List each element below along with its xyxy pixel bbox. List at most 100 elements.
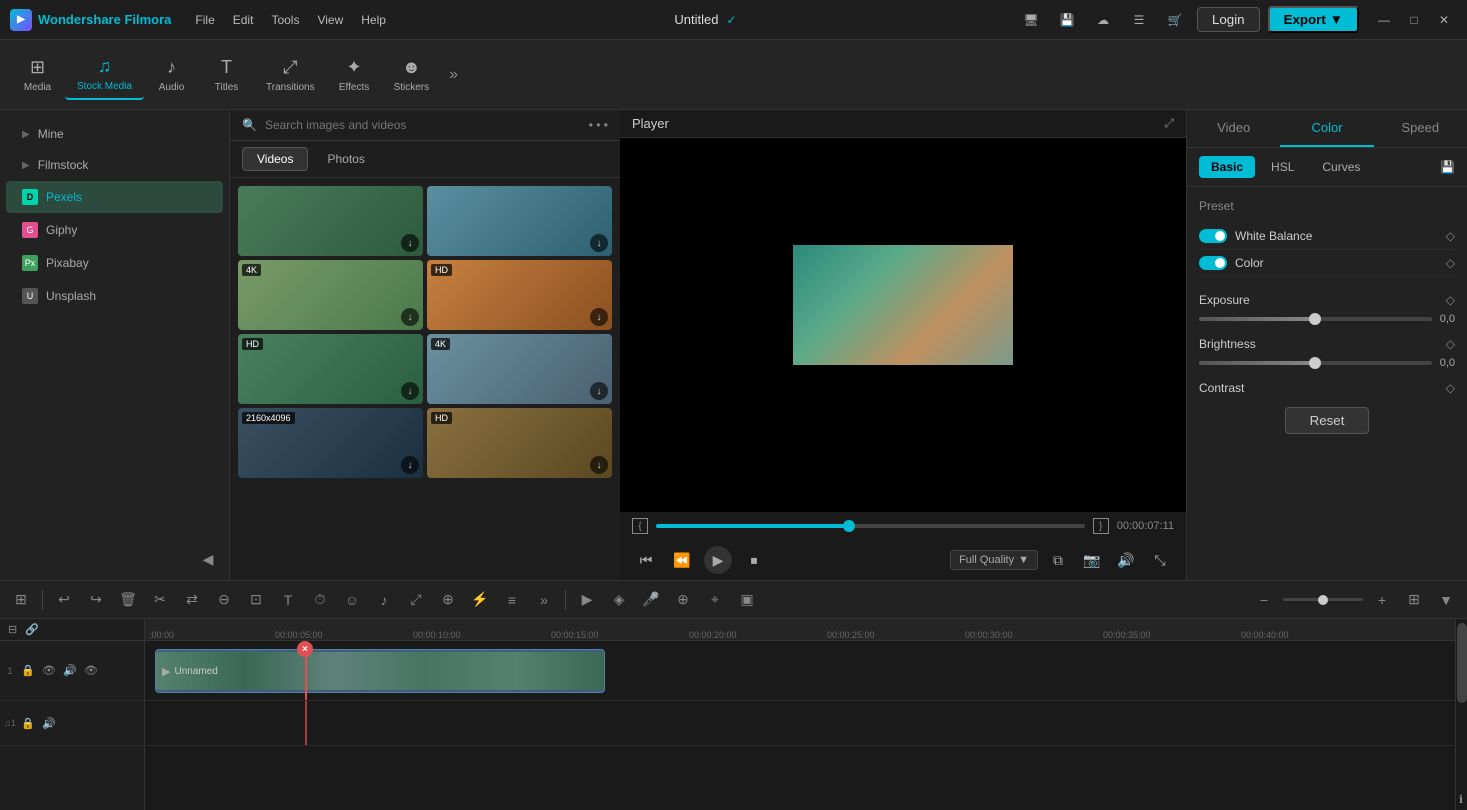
sidebar-item-pexels[interactable]: D Pexels	[6, 181, 223, 213]
fullscreen-tl-btn[interactable]: ⊕	[435, 587, 461, 613]
zoom-out-btn[interactable]: −	[1251, 587, 1277, 613]
close-gap-btn[interactable]: ⊖	[211, 587, 237, 613]
sidebar-item-mine[interactable]: ▶ Mine	[6, 119, 223, 149]
timeline-scrollbar[interactable]	[1455, 619, 1467, 810]
maximize-button[interactable]: □	[1401, 7, 1427, 33]
volume-button[interactable]: 🔊	[1112, 546, 1140, 574]
more-options-btn[interactable]: • • •	[589, 118, 608, 132]
download-icon[interactable]: ↓	[590, 382, 608, 400]
list-item[interactable]: 4K ↓	[427, 334, 612, 404]
player-expand-icon[interactable]: ⤢	[1164, 116, 1174, 131]
playhead-marker[interactable]: ×	[297, 641, 313, 657]
list-item[interactable]: 4K ↓	[238, 260, 423, 330]
ripple-btn[interactable]: ⇄	[179, 587, 205, 613]
tool-media[interactable]: ⊞ Media	[10, 51, 65, 99]
list-item[interactable]: HD ↓	[238, 334, 423, 404]
left-panel-collapse-btn[interactable]: ◀	[195, 546, 221, 572]
timer-btn[interactable]: ⏱	[307, 587, 333, 613]
download-icon[interactable]: ↓	[401, 382, 419, 400]
layout-btn[interactable]: ⊞	[1401, 587, 1427, 613]
toolbar-expand-btn[interactable]: »	[441, 66, 466, 84]
subtab-basic[interactable]: Basic	[1199, 156, 1255, 178]
motion-btn[interactable]: ⤢	[403, 587, 429, 613]
contrast-keyframe-icon[interactable]: ◇	[1446, 381, 1455, 395]
mic-btn[interactable]: 🎤	[638, 587, 664, 613]
stop-button[interactable]: ⏹	[740, 546, 768, 574]
track-btn[interactable]: ⊕	[670, 587, 696, 613]
color-tl-btn[interactable]: ≡	[499, 587, 525, 613]
redo-btn[interactable]: ↪	[83, 587, 109, 613]
menu-icon[interactable]: ☰	[1125, 6, 1153, 34]
brightness-slider[interactable]	[1199, 361, 1432, 365]
rewind-button[interactable]: ⏮	[632, 546, 660, 574]
audio-btn[interactable]: ♪	[371, 587, 397, 613]
tab-videos[interactable]: Videos	[242, 147, 308, 171]
audio-volume-icon[interactable]: 🔊	[40, 714, 58, 732]
tool-transitions[interactable]: ⤢ Transitions	[254, 51, 327, 99]
tool-stickers[interactable]: ☻ Stickers	[382, 51, 442, 99]
list-item[interactable]: 2160x4096 ↓	[238, 408, 423, 478]
sidebar-item-giphy[interactable]: G Giphy	[6, 214, 223, 246]
step-back-button[interactable]: ⏪	[668, 546, 696, 574]
color-toggle[interactable]	[1199, 256, 1227, 270]
monitor-icon[interactable]: 🖥	[1017, 6, 1045, 34]
quality-selector[interactable]: Full Quality ▼	[950, 550, 1038, 570]
list-item[interactable]: HD ↓	[427, 408, 612, 478]
timeline-grid-btn[interactable]: ⊞	[8, 587, 34, 613]
exposure-keyframe-icon[interactable]: ◇	[1446, 293, 1455, 307]
zoom-track[interactable]	[1283, 598, 1363, 601]
download-icon[interactable]: ↓	[590, 456, 608, 474]
list-item[interactable]: HD ↓	[427, 260, 612, 330]
sidebar-item-filmstock[interactable]: ▶ Filmstock	[6, 150, 223, 180]
minimize-button[interactable]: —	[1371, 7, 1397, 33]
tool-effects[interactable]: ✦ Effects	[327, 51, 382, 99]
cart-icon[interactable]: 🛒	[1161, 6, 1189, 34]
close-button[interactable]: ✕	[1431, 7, 1457, 33]
download-icon[interactable]: ↓	[401, 456, 419, 474]
render-btn[interactable]: ▣	[734, 587, 760, 613]
tool-titles[interactable]: T Titles	[199, 51, 254, 99]
text-btn[interactable]: T	[275, 587, 301, 613]
more-tl-btn[interactable]: »	[531, 587, 557, 613]
video-clip[interactable]: ▶ Unnamed	[155, 649, 605, 693]
sidebar-item-unsplash[interactable]: U Unsplash	[6, 280, 223, 312]
menu-view[interactable]: View	[309, 9, 351, 31]
subtab-curves[interactable]: Curves	[1310, 156, 1372, 178]
exposure-slider[interactable]	[1199, 317, 1432, 321]
color-keyframe-icon[interactable]: ◇	[1446, 256, 1455, 270]
menu-tools[interactable]: Tools	[263, 9, 307, 31]
pip-button[interactable]: ⧉	[1044, 546, 1072, 574]
login-button[interactable]: Login	[1197, 7, 1260, 32]
tool-audio[interactable]: ♪ Audio	[144, 51, 199, 99]
sidebar-item-pixabay[interactable]: Px Pixabay	[6, 247, 223, 279]
tab-speed[interactable]: Speed	[1374, 110, 1467, 147]
download-icon[interactable]: ↓	[401, 234, 419, 252]
progress-bar[interactable]	[656, 524, 1085, 528]
play-button[interactable]: ▶	[704, 546, 732, 574]
list-item[interactable]: ↓	[238, 186, 423, 256]
crop-btn[interactable]: ⊡	[243, 587, 269, 613]
tab-video[interactable]: Video	[1187, 110, 1280, 147]
save-preset-icon[interactable]: 💾	[1440, 160, 1455, 174]
out-point-marker[interactable]: }	[1093, 518, 1109, 534]
reset-button[interactable]: Reset	[1285, 407, 1370, 434]
detect-btn[interactable]: ⌖	[702, 587, 728, 613]
white-balance-keyframe-icon[interactable]: ◇	[1446, 229, 1455, 243]
progress-handle[interactable]	[843, 520, 855, 532]
track-eye-icon[interactable]: 👁	[82, 662, 100, 680]
speed-btn[interactable]: ⚡	[467, 587, 493, 613]
cloud-icon[interactable]: ☁	[1089, 6, 1117, 34]
fullscreen-button[interactable]: ⤡	[1146, 546, 1174, 574]
menu-file[interactable]: File	[187, 9, 222, 31]
tab-photos[interactable]: Photos	[312, 147, 379, 171]
brightness-keyframe-icon[interactable]: ◇	[1446, 337, 1455, 351]
track-volume-icon[interactable]: 🔊	[61, 662, 79, 680]
play-tl-btn[interactable]: ▶	[574, 587, 600, 613]
menu-edit[interactable]: Edit	[225, 9, 262, 31]
download-icon[interactable]: ↓	[590, 234, 608, 252]
zoom-in-btn[interactable]: +	[1369, 587, 1395, 613]
download-icon[interactable]: ↓	[590, 308, 608, 326]
export-button[interactable]: Export ▼	[1268, 6, 1359, 33]
audio-lock-icon[interactable]: 🔒	[19, 714, 37, 732]
tab-color[interactable]: Color	[1280, 110, 1373, 147]
